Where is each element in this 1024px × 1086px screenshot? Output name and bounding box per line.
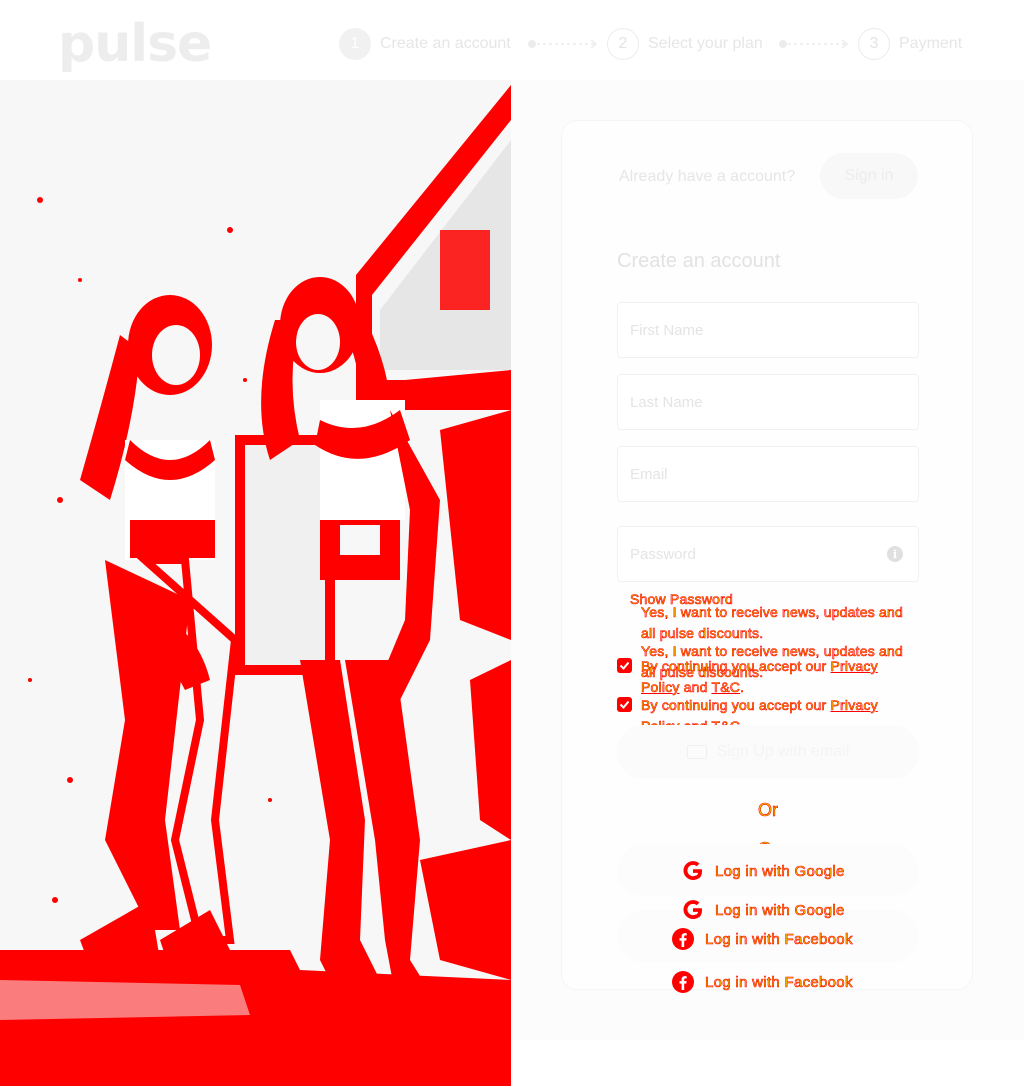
newsletter-label: Yes, I want to receive news, updates and… <box>641 604 903 642</box>
step-select-plan: 2 Select your plan <box>607 28 763 60</box>
step-label-3: Payment <box>899 35 963 52</box>
step-payment: 3 Payment <box>858 28 962 60</box>
sign-up-email-label: Sign Up with email <box>716 743 850 760</box>
step-connector <box>779 40 849 48</box>
step-number-1: 1 <box>339 28 371 60</box>
password-input[interactable] <box>618 527 918 581</box>
google-login-label: Log in with Google <box>715 901 845 919</box>
first-name-field[interactable] <box>617 302 919 358</box>
google-login-label: Log in with Google <box>715 862 845 880</box>
top-header: pulse 1 Create an account 2 Select your … <box>0 0 1024 80</box>
form-title: Create an account <box>617 250 781 272</box>
sign-in-button[interactable]: Sign in <box>820 153 918 199</box>
facebook-icon <box>671 970 695 994</box>
last-name-field[interactable] <box>617 374 919 430</box>
google-icon <box>681 898 705 922</box>
terms-period: . <box>740 679 745 696</box>
step-connector <box>528 40 598 48</box>
facebook-login-label: Log in with Facebook <box>705 973 853 991</box>
first-name-input[interactable] <box>618 303 918 357</box>
google-login-button[interactable]: Log in with Google <box>681 859 845 883</box>
hero-photo <box>0 80 511 1086</box>
google-icon <box>681 859 705 883</box>
step-number-2: 2 <box>607 28 639 60</box>
checkbox-checked-icon[interactable] <box>617 697 632 712</box>
facebook-icon <box>671 927 695 951</box>
email-field[interactable] <box>617 446 919 502</box>
hero-illustration <box>0 80 511 1086</box>
step-create-account: 1 Create an account <box>339 28 511 60</box>
info-icon[interactable]: i <box>887 546 903 562</box>
checkbox-checked-icon[interactable] <box>617 658 632 673</box>
step-number-3: 3 <box>858 28 890 60</box>
terms-and: and <box>683 679 708 696</box>
or-divider: Or <box>758 800 779 821</box>
password-field[interactable]: i <box>617 526 919 582</box>
terms-text: By continuing you accept our Privacy Pol… <box>641 656 901 698</box>
step-label-1: Create an account <box>380 35 511 52</box>
tc-link[interactable]: T&C <box>711 679 740 696</box>
step-label-2: Select your plan <box>648 35 763 52</box>
sign-up-email-button[interactable]: Sign Up with email <box>617 725 919 779</box>
terms-prefix: By continuing you accept our <box>641 697 827 714</box>
facebook-login-button[interactable]: Log in with Facebook <box>671 927 853 951</box>
facebook-login-label: Log in with Facebook <box>705 930 853 948</box>
facebook-login-button-duplicate[interactable]: Log in with Facebook <box>671 970 853 994</box>
last-name-input[interactable] <box>618 375 918 429</box>
email-input[interactable] <box>618 447 918 501</box>
mail-icon <box>686 745 707 759</box>
terms-prefix: By continuing you accept our <box>641 658 827 675</box>
google-login-button-duplicate[interactable]: Log in with Google <box>681 898 845 922</box>
already-have-account-text: Already have a account? <box>619 168 796 185</box>
pulse-logo[interactable]: pulse <box>58 14 212 74</box>
